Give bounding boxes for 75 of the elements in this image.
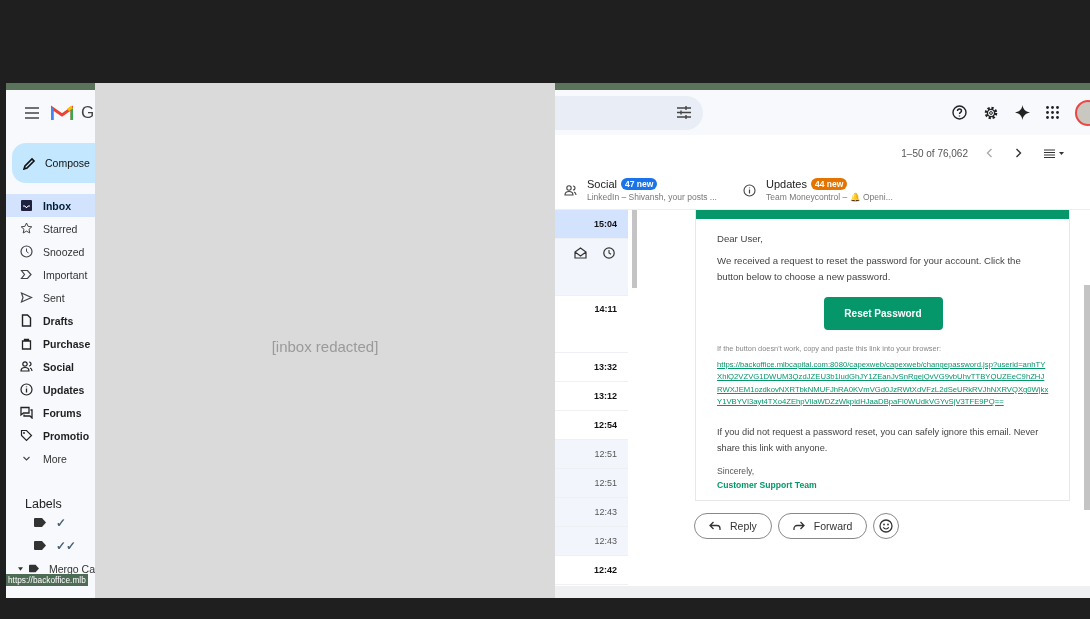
tab-label: Updates — [766, 178, 807, 190]
message-row[interactable]: 12:43 — [555, 527, 628, 556]
forward-arrow-icon — [792, 521, 805, 532]
search-field[interactable] — [555, 95, 703, 130]
labels-heading: Labels — [25, 497, 63, 511]
sidebar-item[interactable]: Sent — [6, 286, 95, 309]
help-icon[interactable] — [952, 105, 967, 120]
forward-button[interactable]: Forward — [777, 513, 868, 540]
new-count-badge: 47 new — [620, 178, 658, 190]
compose-button[interactable]: Compose — [12, 143, 95, 183]
pencil-icon — [23, 156, 36, 170]
redaction-label: [inbox redacted] — [271, 338, 379, 355]
sidebar-item[interactable]: Important — [6, 263, 95, 286]
sidebar-item[interactable]: Forums — [6, 401, 95, 424]
signature-text: Customer Support Team — [717, 480, 818, 491]
greeting-text: Dear User, — [717, 232, 764, 246]
label-icon — [34, 518, 46, 527]
sparkle-icon[interactable] — [1015, 105, 1030, 120]
category-tab[interactable]: Updates 44 new Team Moneycontrol – 🔔 Openi... — [743, 171, 913, 209]
forum-icon — [20, 406, 33, 419]
reply-arrow-icon — [709, 521, 721, 532]
new-count-badge: 44 new — [811, 178, 848, 190]
sidebar-item[interactable]: Purchase — [6, 332, 95, 355]
mail-logo-icon[interactable] — [51, 104, 73, 121]
label-icon — [34, 541, 46, 550]
disclaimer-paragraph: If you did not request a password reset, you can safely ignore this email. Never share this link with anyone. — [717, 426, 1040, 456]
emoji-button[interactable] — [873, 513, 900, 540]
label-item[interactable]: ✓ — [6, 511, 95, 534]
tab-label: Social — [587, 178, 617, 190]
tab-snippet: LinkedIn – Shivansh, your posts ... — [587, 192, 717, 202]
snooze-clock-icon[interactable] — [603, 247, 615, 259]
next-page-icon[interactable] — [1015, 148, 1022, 158]
message-row[interactable]: 15:04 — [555, 210, 628, 239]
category-tab[interactable]: Social 47 new LinkedIn – Shivansh, your posts ... — [564, 171, 719, 209]
sidebar-item[interactable]: Promotio — [6, 424, 95, 447]
tab-snippet: Team Moneycontrol – 🔔 Openi... — [766, 192, 893, 202]
link-status-tooltip: https://backoffice.mlb — [6, 574, 88, 586]
reset-password-button[interactable]: Reset Password — [823, 297, 943, 330]
apps-grid-icon[interactable] — [1046, 106, 1059, 119]
sidebar-item[interactable]: Drafts — [6, 309, 95, 332]
clock-icon — [20, 245, 33, 258]
message-row[interactable]: 12:43 — [555, 498, 628, 527]
sidebar-item[interactable]: Snoozed — [6, 240, 95, 263]
menu-icon[interactable] — [25, 106, 39, 119]
sidebar-item[interactable]: Updates — [6, 378, 95, 401]
people-icon — [20, 360, 33, 373]
sidebar-item[interactable]: More — [6, 447, 95, 470]
filter-options-icon[interactable] — [677, 106, 691, 119]
draft-icon — [20, 314, 33, 327]
label-item[interactable]: ✓✓ — [6, 534, 95, 557]
pagination-range: 1–50 of 76,062 — [901, 147, 968, 159]
inbox-icon — [20, 199, 33, 212]
label-icon — [28, 564, 39, 573]
sidebar-item[interactable]: Inbox — [6, 194, 95, 217]
message-row[interactable]: 12:51 — [555, 440, 628, 469]
sidebar-item[interactable]: Starred — [6, 217, 95, 240]
people-icon — [564, 183, 577, 197]
smiley-icon — [879, 519, 894, 534]
density-menu-icon[interactable] — [1044, 148, 1064, 158]
sidebar-item[interactable]: Social — [6, 355, 95, 378]
important-icon — [20, 268, 33, 281]
star-icon — [20, 222, 33, 235]
caret-icon — [18, 566, 23, 571]
closing-text: Sincerely, — [717, 466, 756, 477]
mark-read-icon[interactable] — [574, 247, 587, 259]
sent-icon — [20, 291, 33, 304]
tag-icon — [20, 429, 33, 442]
reply-button[interactable]: Reply — [694, 513, 772, 540]
info-icon — [743, 183, 756, 197]
body-paragraph: We received a request to reset the password for your account. Click the button below to choose a new password. — [717, 254, 1022, 284]
settings-icon[interactable] — [983, 104, 999, 121]
info-icon — [20, 383, 33, 396]
message-row[interactable]: 12:51 — [555, 469, 628, 498]
logo-text: G — [81, 102, 95, 123]
bag-icon — [20, 337, 33, 350]
